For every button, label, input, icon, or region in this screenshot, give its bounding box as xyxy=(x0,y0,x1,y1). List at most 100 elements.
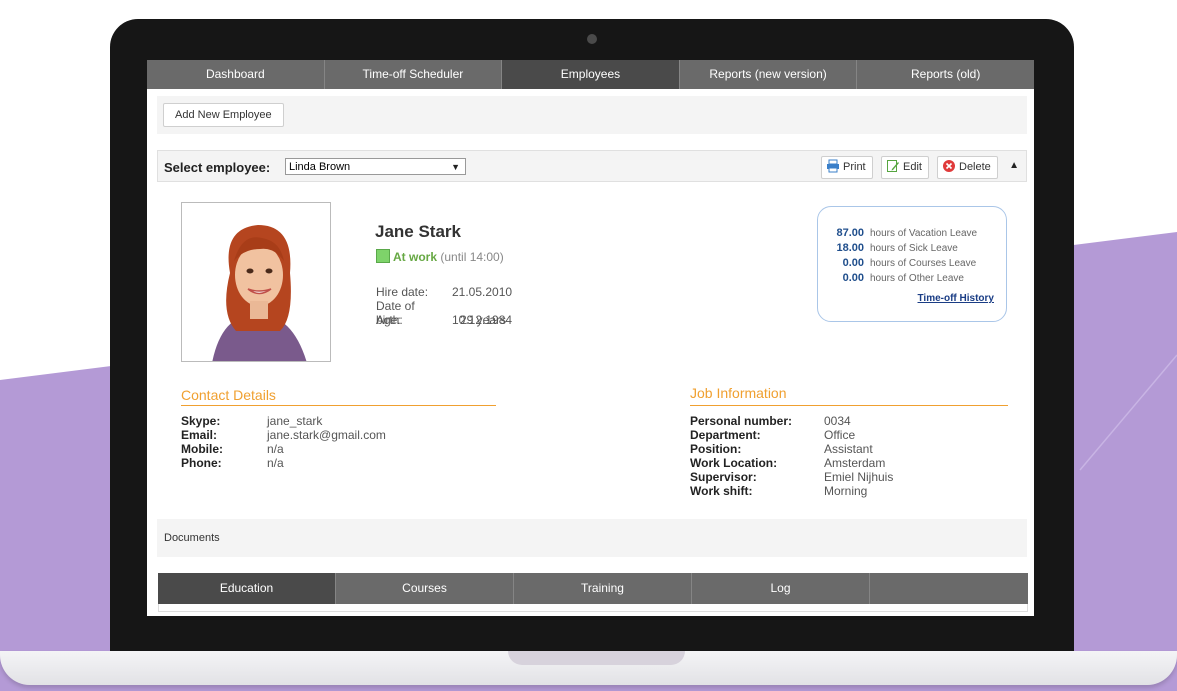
job-information: Personal number: 0034 Department: Office P… xyxy=(690,414,893,498)
tab-training[interactable]: Training xyxy=(514,573,692,604)
leave-balance-box: 87.00 hours of Vacation Leave 18.00 hours … xyxy=(817,206,1007,322)
select-employee-label: Select employee: xyxy=(164,160,271,175)
job-label: Work Location: xyxy=(690,456,778,470)
job-value: Emiel Nijhuis xyxy=(824,470,894,484)
job-label: Personal number: xyxy=(690,414,793,428)
contact-divider xyxy=(181,405,496,406)
employee-status: At work (until 14:00) xyxy=(376,249,504,264)
leave-hours: 18.00 xyxy=(836,242,864,254)
info-value: 29 years xyxy=(460,313,507,327)
status-text: At work xyxy=(393,250,438,264)
laptop-notch xyxy=(508,651,685,665)
tab-empty xyxy=(870,573,1028,604)
delete-button[interactable]: Delete xyxy=(937,156,998,179)
leave-type: hours of Vacation Leave xyxy=(870,228,978,239)
job-value: 0034 xyxy=(824,414,851,428)
portrait-image xyxy=(182,203,330,361)
chevron-up-icon[interactable]: ▲ xyxy=(1009,160,1019,171)
leave-row: 18.00 hours of Sick Leave xyxy=(818,242,958,254)
job-row: Work Location: Amsterdam xyxy=(690,456,893,470)
leave-type: hours of Sick Leave xyxy=(870,243,958,254)
tab-time-off-scheduler[interactable]: Time-off Scheduler xyxy=(325,60,503,89)
leave-hours: 87.00 xyxy=(836,227,864,239)
job-label: Supervisor: xyxy=(690,470,757,484)
contact-row: Skype: jane_stark xyxy=(181,414,386,428)
leave-row: 87.00 hours of Vacation Leave xyxy=(818,227,977,239)
tab-reports-new[interactable]: Reports (new version) xyxy=(680,60,858,89)
tab-dashboard[interactable]: Dashboard xyxy=(147,60,325,89)
contact-row: Email: jane.stark@gmail.com xyxy=(181,428,386,442)
employee-info: Hire date: 21.05.2010 Date of birth: 10.12… xyxy=(376,285,512,327)
edit-button[interactable]: Edit xyxy=(881,156,929,179)
employee-photo xyxy=(181,202,331,362)
contact-label: Skype: xyxy=(181,414,221,428)
info-value: 21.05.2010 xyxy=(452,285,513,299)
contact-details: Skype: jane_stark Email: jane.stark@gmail.… xyxy=(181,414,386,470)
job-row: Work shift: Morning xyxy=(690,484,893,498)
bottom-tabs: Education Courses Training Log xyxy=(158,573,1028,604)
info-row: Date of birth: 10.12.1984 xyxy=(376,299,512,327)
contact-label: Mobile: xyxy=(181,442,223,456)
job-label: Position: xyxy=(690,442,742,456)
job-row: Position: Assistant xyxy=(690,442,893,456)
documents-label: Documents xyxy=(164,532,220,544)
employee-name: Jane Stark xyxy=(375,222,461,241)
contact-value: jane_stark xyxy=(267,414,323,428)
info-row: Age: 29 years xyxy=(376,313,512,327)
edit-label: Edit xyxy=(903,161,922,173)
status-detail: (until 14:00) xyxy=(440,250,504,264)
tab-log[interactable]: Log xyxy=(692,573,870,604)
job-label: Work shift: xyxy=(690,484,753,498)
app-screen: Dashboard Time-off Scheduler Employees R… xyxy=(147,60,1034,616)
job-value: Morning xyxy=(824,484,868,498)
contact-value: jane.stark@gmail.com xyxy=(267,428,386,442)
tab-courses[interactable]: Courses xyxy=(336,573,514,604)
job-value: Assistant xyxy=(824,442,873,456)
contact-row: Mobile: n/a xyxy=(181,442,386,456)
leave-row: 0.00 hours of Courses Leave xyxy=(818,257,977,269)
add-employee-bar: Add New Employee xyxy=(157,96,1027,134)
print-label: Print xyxy=(843,161,866,173)
selected-employee-value: Linda Brown xyxy=(289,161,351,173)
info-label: Age: xyxy=(376,313,401,327)
tab-reports-old[interactable]: Reports (old) xyxy=(857,60,1034,89)
status-indicator-icon xyxy=(376,249,390,263)
contact-value: n/a xyxy=(267,442,284,456)
edit-icon xyxy=(887,160,899,172)
leave-row: 0.00 hours of Other Leave xyxy=(818,272,964,284)
printer-icon xyxy=(827,159,839,173)
contact-row: Phone: n/a xyxy=(181,456,386,470)
documents-section[interactable]: Documents xyxy=(157,519,1027,557)
job-row: Personal number: 0034 xyxy=(690,414,893,428)
add-new-employee-button[interactable]: Add New Employee xyxy=(163,103,284,127)
contact-value: n/a xyxy=(267,456,284,470)
job-information-heading: Job Information xyxy=(690,385,787,401)
main-navigation: Dashboard Time-off Scheduler Employees R… xyxy=(147,60,1034,89)
leave-type: hours of Courses Leave xyxy=(870,258,977,269)
time-off-history-link[interactable]: Time-off History xyxy=(918,293,995,304)
employee-select-bar: Select employee: Linda Brown ▼ Print Edi… xyxy=(157,150,1027,182)
contact-details-heading: Contact Details xyxy=(181,387,276,403)
dropdown-arrow-icon: ▼ xyxy=(451,162,460,172)
leave-type: hours of Other Leave xyxy=(870,273,964,284)
tab-education[interactable]: Education xyxy=(158,573,336,604)
tab-employees[interactable]: Employees xyxy=(502,60,680,89)
info-label: Hire date: xyxy=(376,285,429,299)
delete-label: Delete xyxy=(959,161,991,173)
job-label: Department: xyxy=(690,428,761,442)
leave-hours: 0.00 xyxy=(842,257,864,269)
print-button[interactable]: Print xyxy=(821,156,873,179)
job-value: Office xyxy=(824,428,856,442)
delete-icon xyxy=(943,160,955,172)
leave-hours: 0.00 xyxy=(842,272,864,284)
job-divider xyxy=(690,405,1008,406)
job-row: Supervisor: Emiel Nijhuis xyxy=(690,470,893,484)
job-value: Amsterdam xyxy=(824,456,886,470)
contact-label: Phone: xyxy=(181,456,222,470)
employee-select[interactable]: Linda Brown ▼ xyxy=(285,158,466,175)
contact-label: Email: xyxy=(181,428,218,442)
job-row: Department: Office xyxy=(690,428,893,442)
info-row: Hire date: 21.05.2010 xyxy=(376,285,512,299)
camera-icon xyxy=(587,34,597,44)
tab-content-panel xyxy=(158,604,1028,612)
